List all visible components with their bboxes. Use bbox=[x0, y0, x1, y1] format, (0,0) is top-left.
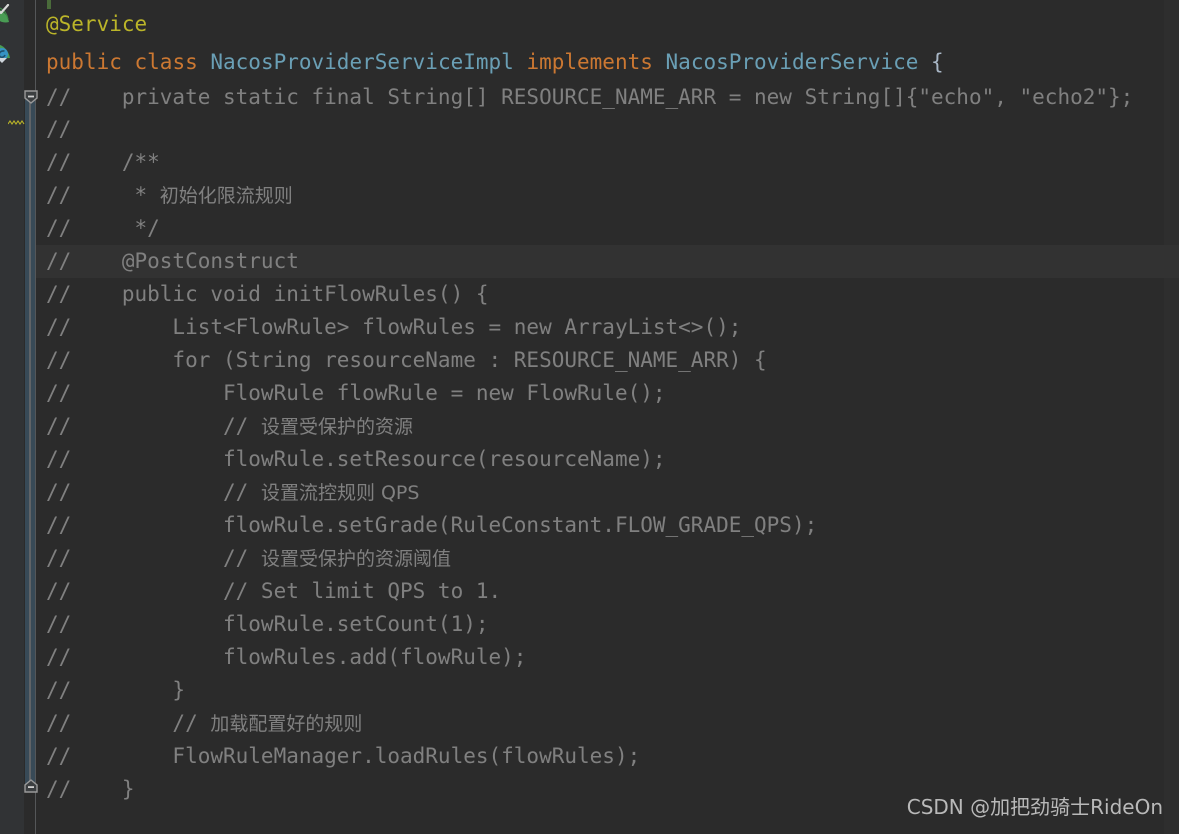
csdn-watermark: CSDN @加把劲骑士RideOn bbox=[906, 795, 1163, 819]
code-line[interactable]: // // 加载配置好的规则 bbox=[36, 707, 1179, 740]
code-token: class bbox=[134, 50, 211, 74]
code-token: // // Set limit QPS to 1. bbox=[46, 579, 502, 603]
code-line[interactable]: // @PostConstruct bbox=[36, 245, 1179, 278]
code-line-text: // // 设置受保护的资源 bbox=[36, 410, 413, 444]
code-line-text: // @PostConstruct bbox=[36, 245, 299, 278]
code-line-text: // } bbox=[36, 674, 185, 707]
code-line-text: // /** bbox=[36, 146, 160, 179]
code-line-text: // // Set limit QPS to 1. bbox=[36, 575, 501, 608]
code-token: { bbox=[931, 50, 944, 74]
fold-collapse-icon-bottom[interactable] bbox=[22, 778, 40, 796]
code-token: public bbox=[46, 50, 135, 74]
code-token: 设置流控规则 QPS bbox=[260, 482, 420, 504]
fold-collapse-icon-top[interactable] bbox=[22, 88, 40, 106]
code-line[interactable]: // flowRule.setCount(1); bbox=[36, 608, 1179, 641]
code-line[interactable]: @Service bbox=[36, 8, 1179, 41]
code-token: // /** bbox=[46, 150, 160, 174]
code-line[interactable]: // } bbox=[36, 674, 1179, 707]
code-line[interactable]: // // Set limit QPS to 1. bbox=[36, 575, 1179, 608]
code-token: // FlowRule flowRule = new FlowRule(); bbox=[46, 381, 666, 405]
code-token: // // bbox=[46, 414, 261, 438]
code-line[interactable]: // public void initFlowRules() { bbox=[36, 278, 1179, 311]
code-token: // FlowRuleManager.loadRules(flowRules); bbox=[46, 744, 641, 768]
code-token: // for (String resourceName : RESOURCE_N… bbox=[46, 348, 767, 372]
code-line[interactable]: // FlowRuleManager.loadRules(flowRules); bbox=[36, 740, 1179, 773]
code-token: // private static final String[] RESOURC… bbox=[46, 85, 1134, 109]
code-token: // // bbox=[46, 711, 211, 735]
code-line[interactable]: // for (String resourceName : RESOURCE_N… bbox=[36, 344, 1179, 377]
code-line-text: // bbox=[36, 113, 71, 146]
code-line-text: // } bbox=[36, 773, 135, 806]
code-line-text: // flowRule.setCount(1); bbox=[36, 608, 489, 641]
code-token: 设置受保护的资源阈值 bbox=[260, 548, 451, 570]
code-line-text: // // 加载配置好的规则 bbox=[36, 707, 362, 741]
code-token: // @PostConstruct bbox=[46, 249, 299, 273]
code-line[interactable]: // private static final String[] RESOURC… bbox=[36, 81, 1179, 114]
code-line[interactable]: // // 设置受保护的资源 bbox=[36, 410, 1179, 443]
code-line-text: // // 设置受保护的资源阈值 bbox=[36, 542, 451, 576]
code-token: 加载配置好的规则 bbox=[210, 713, 363, 735]
code-line-text: // for (String resourceName : RESOURCE_N… bbox=[36, 344, 767, 377]
code-line[interactable]: // * 初始化限流规则 bbox=[36, 179, 1179, 212]
code-fold-line bbox=[29, 100, 31, 790]
spring-bean-gutter-icon[interactable] bbox=[0, 3, 17, 30]
code-token: // List<FlowRule> flowRules = new ArrayL… bbox=[46, 315, 742, 339]
code-line[interactable]: // flowRule.setResource(resourceName); bbox=[36, 443, 1179, 476]
inspection-squiggle bbox=[7, 110, 38, 125]
code-line-text: // FlowRule flowRule = new FlowRule(); bbox=[36, 377, 666, 410]
code-line-text: // List<FlowRule> flowRules = new ArrayL… bbox=[36, 311, 741, 344]
code-token: 设置受保护的资源 bbox=[260, 416, 413, 438]
code-token: // flowRule.setCount(1); bbox=[46, 612, 489, 636]
code-editor[interactable]: @Service public class NacosProviderServic… bbox=[0, 0, 1179, 834]
code-line[interactable]: // flowRule.setGrade(RuleConstant.FLOW_G… bbox=[36, 509, 1179, 542]
partial-glyph-above bbox=[47, 0, 51, 9]
code-token: @Service bbox=[46, 12, 148, 36]
code-line-text: // FlowRuleManager.loadRules(flowRules); bbox=[36, 740, 640, 773]
code-line-text: // flowRules.add(flowRule); bbox=[36, 641, 526, 674]
code-token: implements bbox=[526, 50, 666, 74]
gutter-separator bbox=[35, 0, 36, 834]
code-line-text: // */ bbox=[36, 212, 160, 245]
code-line-text: // public void initFlowRules() { bbox=[36, 278, 489, 311]
code-token: // flowRules.add(flowRule); bbox=[46, 645, 527, 669]
code-content[interactable]: @Service public class NacosProviderServic… bbox=[36, 0, 1179, 834]
code-line[interactable]: // /** bbox=[36, 146, 1179, 179]
code-line-text: @Service bbox=[36, 8, 147, 41]
code-token: // */ bbox=[46, 216, 160, 240]
code-token: NacosProviderService bbox=[665, 50, 932, 74]
nacos-service-gutter-icon[interactable] bbox=[0, 40, 17, 66]
code-token: // } bbox=[46, 777, 135, 801]
code-token: // // bbox=[46, 546, 261, 570]
code-token: // * bbox=[46, 183, 160, 207]
code-token: // flowRule.setResource(resourceName); bbox=[46, 447, 666, 471]
code-line[interactable]: // // 设置流控规则 QPS bbox=[36, 476, 1179, 509]
code-line-text: public class NacosProviderServiceImpl im… bbox=[36, 46, 944, 79]
code-line-text: // flowRule.setResource(resourceName); bbox=[36, 443, 666, 476]
code-token: NacosProviderServiceImpl bbox=[210, 50, 527, 74]
code-token: 初始化限流规则 bbox=[159, 185, 293, 207]
code-line[interactable]: // */ bbox=[36, 212, 1179, 245]
code-line[interactable]: // List<FlowRule> flowRules = new ArrayL… bbox=[36, 311, 1179, 344]
code-line[interactable]: // FlowRule flowRule = new FlowRule(); bbox=[36, 377, 1179, 410]
code-token: // bbox=[46, 117, 72, 141]
code-line-text: // flowRule.setGrade(RuleConstant.FLOW_G… bbox=[36, 509, 817, 542]
code-line[interactable]: // flowRules.add(flowRule); bbox=[36, 641, 1179, 674]
code-token: // public void initFlowRules() { bbox=[46, 282, 489, 306]
code-line-text: // // 设置流控规则 QPS bbox=[36, 476, 419, 510]
code-line-text: // private static final String[] RESOURC… bbox=[36, 81, 1133, 114]
code-line[interactable]: // // 设置受保护的资源阈值 bbox=[36, 542, 1179, 575]
code-token: // // bbox=[46, 480, 261, 504]
code-token: // flowRule.setGrade(RuleConstant.FLOW_G… bbox=[46, 513, 818, 537]
code-line[interactable]: public class NacosProviderServiceImpl im… bbox=[36, 46, 1179, 79]
code-line-text: // * 初始化限流规则 bbox=[36, 179, 293, 213]
code-token: // } bbox=[46, 678, 186, 702]
code-line[interactable]: // bbox=[36, 113, 1179, 146]
gutter-icon-strip[interactable] bbox=[0, 0, 24, 834]
